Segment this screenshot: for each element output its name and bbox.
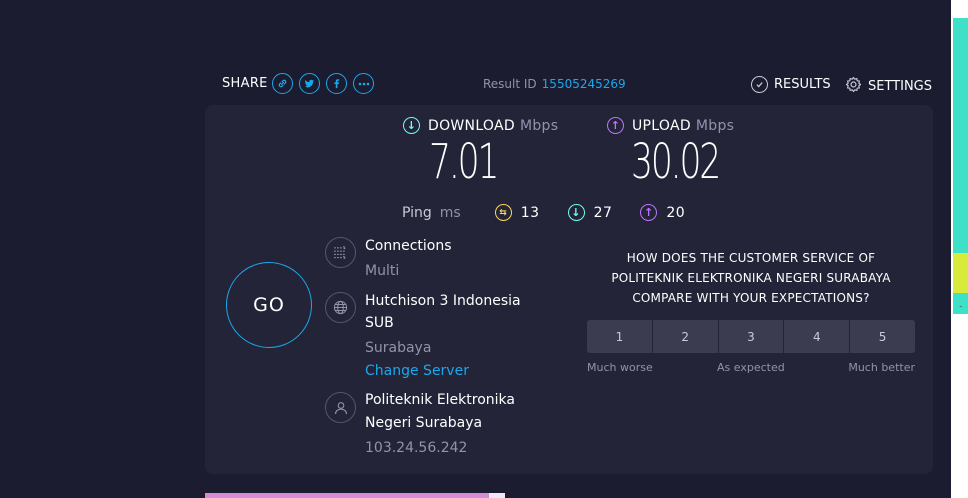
ping-row: Ping ms ⇆ 13 ↓ 27 ↑ 20 (402, 204, 713, 221)
checkmark-icon (751, 76, 768, 93)
results-label: RESULTS (774, 77, 831, 92)
connections-label: Connections (365, 238, 452, 254)
ping-upload: ↑ 20 (640, 204, 685, 221)
ping-unit: ms (439, 204, 461, 221)
share-label: SHARE (222, 76, 268, 91)
server-info: Hutchison 3 Indonesia SUB Surabaya Chang… (365, 290, 521, 382)
server-name-line2: SUB (365, 315, 394, 331)
result-id-link[interactable]: 15505245269 (542, 77, 626, 91)
settings-button[interactable]: SETTINGS (845, 76, 932, 97)
download-value: 7.01 (429, 134, 499, 190)
speedtest-panel: ↓ DOWNLOAD Mbps 7.01 ↑ UPLOAD Mbps 30.02… (205, 105, 933, 474)
survey-question-line3: COMPARE WITH YOUR EXPECTATIONS? (632, 291, 870, 305)
bottom-ad-graphic (489, 493, 505, 498)
download-unit: Mbps (519, 117, 559, 134)
bottom-ad-banner[interactable] (205, 493, 505, 498)
upload-value: 30.02 (631, 134, 721, 190)
survey-option-4[interactable]: 4 (784, 320, 850, 353)
provider-name-line1: Politeknik Elektronika (365, 392, 515, 408)
survey-option-5[interactable]: 5 (850, 320, 915, 353)
side-ad-graphic (953, 253, 968, 293)
side-ad-mark: ™ (959, 305, 963, 310)
ping-download-value: 27 (593, 204, 613, 221)
survey-option-1[interactable]: 1 (587, 320, 652, 353)
server-name-line1: Hutchison 3 Indonesia (365, 293, 521, 309)
survey-question-line2: POLITEKNIK ELEKTRONIKA NEGERI SURABAYA (611, 271, 891, 285)
provider-ip: 103.24.56.242 (365, 440, 468, 456)
ping-idle-value: 13 (520, 204, 540, 221)
go-button[interactable]: GO (226, 262, 312, 348)
ping-idle-icon: ⇆ (494, 204, 512, 221)
survey-option-3[interactable]: 3 (718, 320, 784, 353)
gear-icon (845, 76, 862, 97)
link-icon[interactable] (272, 73, 293, 94)
survey: HOW DOES THE CUSTOMER SERVICE OF POLITEK… (587, 248, 915, 375)
settings-label: SETTINGS (868, 79, 933, 94)
user-icon (325, 392, 356, 423)
survey-question-line1: HOW DOES THE CUSTOMER SERVICE OF (626, 251, 876, 265)
connections-info: Connections Multi (365, 235, 452, 282)
upload-metric: ↑ UPLOAD Mbps 30.02 (607, 117, 753, 190)
survey-scale: 1 2 3 4 5 (587, 320, 915, 353)
ping-idle: ⇆ 13 (494, 204, 540, 221)
globe-icon (325, 292, 356, 323)
connections-icon (325, 237, 356, 268)
download-metric: ↓ DOWNLOAD Mbps 7.01 (403, 117, 558, 190)
side-ad-banner[interactable]: ™ (953, 18, 968, 314)
download-label: DOWNLOAD (428, 117, 515, 134)
upload-label: UPLOAD (632, 117, 691, 134)
upload-arrow-icon: ↑ (607, 117, 624, 134)
more-icon[interactable] (353, 73, 374, 94)
survey-question: HOW DOES THE CUSTOMER SERVICE OF POLITEK… (587, 248, 915, 308)
survey-high-label: Much better (848, 361, 915, 374)
upload-unit: Mbps (695, 117, 735, 134)
ping-download-icon: ↓ (567, 204, 585, 221)
twitter-icon[interactable] (299, 73, 320, 94)
survey-scale-labels: Much worse As expected Much better (587, 361, 915, 375)
facebook-icon[interactable] (326, 73, 347, 94)
survey-option-2[interactable]: 2 (652, 320, 718, 353)
ping-upload-icon: ↑ (640, 204, 658, 221)
server-location: Surabaya (365, 340, 432, 356)
share-icons (272, 73, 374, 94)
ping-download: ↓ 27 (567, 204, 613, 221)
survey-low-label: Much worse (587, 361, 653, 374)
change-server-link[interactable]: Change Server (365, 360, 521, 382)
provider-info: Politeknik Elektronika Negeri Surabaya 1… (365, 389, 515, 459)
result-id-label: Result ID (483, 77, 537, 91)
connections-value[interactable]: Multi (365, 260, 452, 282)
result-id: Result ID 15505245269 (483, 77, 626, 91)
download-arrow-icon: ↓ (403, 117, 420, 134)
ping-upload-value: 20 (666, 204, 686, 221)
provider-name-line2: Negeri Surabaya (365, 415, 483, 431)
ping-label: Ping (402, 204, 432, 221)
survey-mid-label: As expected (717, 361, 785, 374)
results-button[interactable]: RESULTS (751, 76, 831, 93)
result-toolbar: SHARE Result ID 15505245269 RESULTS SETTI… (205, 72, 933, 96)
